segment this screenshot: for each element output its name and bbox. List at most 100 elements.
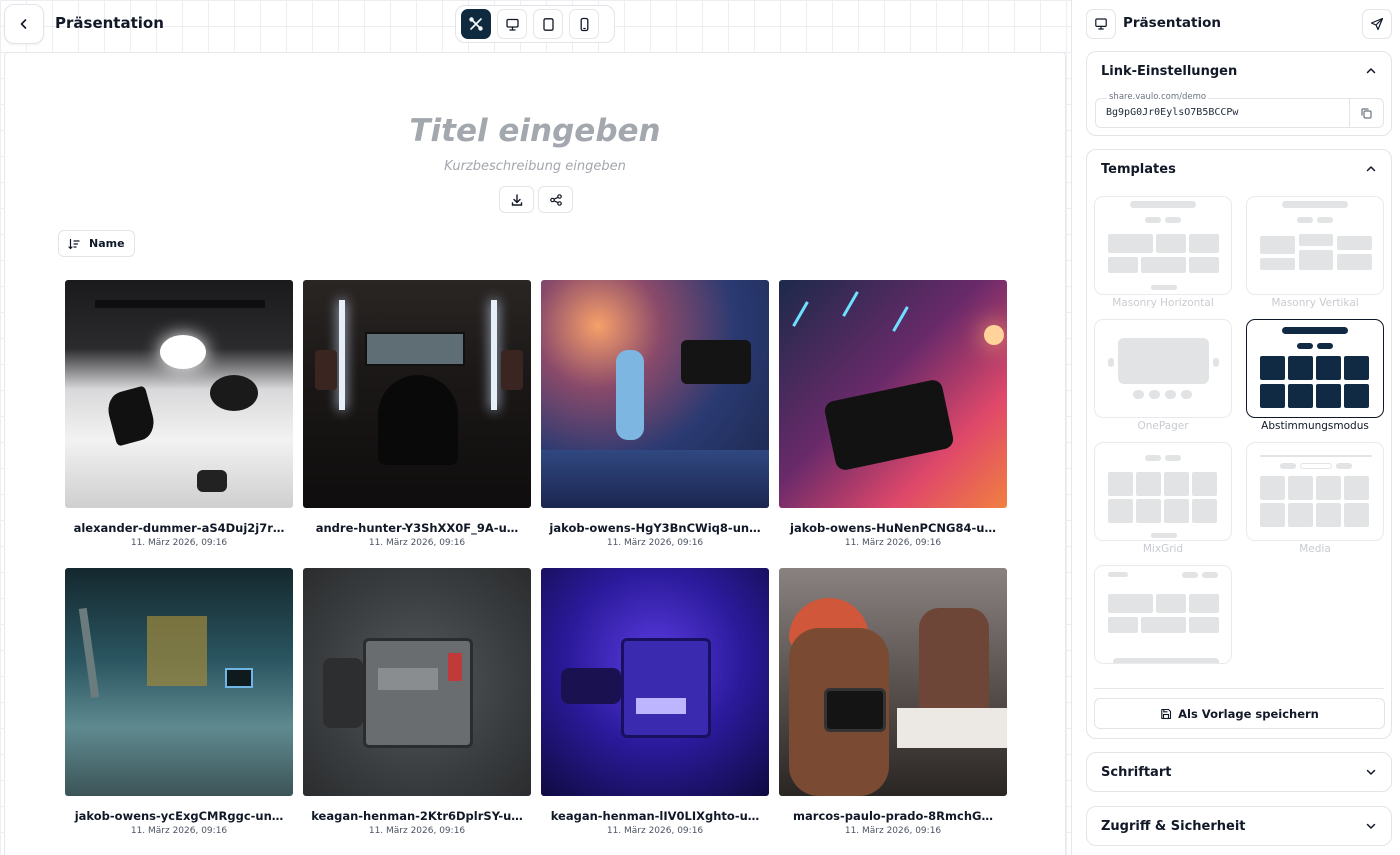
publish-button[interactable] <box>1362 9 1392 39</box>
smartphone-icon <box>580 17 588 31</box>
media-thumbnail-boxing-shoot[interactable] <box>779 568 1007 796</box>
download-icon <box>511 193 522 206</box>
template-masonry-vertical[interactable]: Masonry Vertikal <box>1246 196 1384 309</box>
chevron-left-icon <box>20 19 27 29</box>
copy-link-button[interactable] <box>1349 99 1383 127</box>
media-name: alexander-dummer-aS4Duj2j7r… <box>73 521 285 535</box>
media-card[interactable]: alexander-dummer-aS4Duj2j7r… 11. März 20… <box>65 280 293 548</box>
save-as-template-button[interactable]: Als Vorlage speichern <box>1094 698 1385 729</box>
device-desktop-button[interactable] <box>497 9 527 39</box>
template-preview <box>1094 565 1232 664</box>
media-name: jakob-owens-HgY3BnCWiq8-un… <box>549 521 761 535</box>
media-date: 11. März 2026, 09:16 <box>844 826 942 836</box>
templates-header[interactable]: Templates <box>1087 150 1391 188</box>
template-preview <box>1246 196 1384 295</box>
template-label: Masonry Vertikal <box>1271 297 1359 309</box>
device-switcher <box>455 5 615 43</box>
media-thumbnail-red-camera[interactable] <box>303 568 531 796</box>
template-preview <box>1094 196 1232 295</box>
sidebar-title: Präsentation <box>1123 15 1221 31</box>
media-thumbnail-stage-dancer[interactable] <box>541 280 769 508</box>
font-panel[interactable]: Schriftart <box>1086 752 1392 792</box>
font-header[interactable]: Schriftart <box>1087 753 1391 791</box>
link-settings-panel: Link-Einstellungen share.vaulo.com/demo … <box>1086 51 1392 136</box>
media-card[interactable]: keagan-henman-lIV0LIXghto-u… 11. März 20… <box>541 568 769 836</box>
media-card[interactable]: andre-hunter-Y3ShXX0F_9A-u… 11. März 202… <box>303 280 531 548</box>
device-mobile-button[interactable] <box>569 9 599 39</box>
media-thumbnail-camera-lights[interactable] <box>779 280 1007 508</box>
media-card[interactable]: keagan-henman-2Ktr6DplrSY-u… 11. März 20… <box>303 568 531 836</box>
media-name: marcos-paulo-prado-8RmchG… <box>793 809 993 823</box>
send-icon <box>1370 17 1384 31</box>
media-date: 11. März 2026, 09:16 <box>368 826 466 836</box>
save-as-template-label: Als Vorlage speichern <box>1178 706 1319 721</box>
media-date: 11. März 2026, 09:16 <box>130 538 228 548</box>
layout-auto-icon <box>469 17 483 31</box>
presentation-preview: Titel eingeben Kurzbeschreibung eingeben… <box>4 52 1066 855</box>
link-settings-title: Link-Einstellungen <box>1101 63 1238 79</box>
device-auto-button[interactable] <box>461 9 491 39</box>
media-name: keagan-henman-lIV0LIXghto-u… <box>550 809 760 823</box>
access-security-panel[interactable]: Zugriff & Sicherheit <box>1086 806 1392 846</box>
page-title: Präsentation <box>55 14 164 32</box>
presentation-icon <box>1095 18 1107 30</box>
templates-panel: Templates Masonry Horizontal Masonry Ver… <box>1086 149 1392 739</box>
tablet-icon <box>542 17 554 31</box>
template-list: Masonry Horizontal Masonry Vertikal OneP… <box>1094 196 1385 666</box>
media-name: andre-hunter-Y3ShXX0F_9A-u… <box>315 521 519 535</box>
template-preview <box>1094 319 1232 418</box>
access-security-title: Zugriff & Sicherheit <box>1101 818 1246 834</box>
sidebar-header: Präsentation <box>1086 9 1392 39</box>
template-onepager[interactable]: OnePager <box>1094 319 1232 432</box>
media-card[interactable]: jakob-owens-ycExgCMRggc-un… 11. März 202… <box>65 568 293 836</box>
media-name: jakob-owens-ycExgCMRggc-un… <box>74 809 284 823</box>
media-grid: alexander-dummer-aS4Duj2j7r… 11. März 20… <box>65 280 1007 836</box>
template-media[interactable]: Media <box>1246 442 1384 555</box>
media-thumbnail-studio[interactable] <box>65 280 293 508</box>
chevron-up-icon <box>1366 68 1376 74</box>
media-card[interactable]: marcos-paulo-prado-8RmchG… 11. März 2026… <box>779 568 1007 836</box>
template-mixgrid[interactable]: MixGrid <box>1094 442 1232 555</box>
template-pr[interactable]: PR <box>1094 565 1232 666</box>
media-date: 11. März 2026, 09:16 <box>368 538 466 548</box>
share-link-field[interactable]: share.vaulo.com/demo Bg9pG0Jr0EylsO7B5BC… <box>1095 92 1384 128</box>
media-date: 11. März 2026, 09:16 <box>606 538 704 548</box>
share-link-value[interactable]: Bg9pG0Jr0EylsO7B5BCCPw <box>1106 107 1238 118</box>
download-button[interactable] <box>499 186 534 213</box>
font-title: Schriftart <box>1101 764 1172 780</box>
template-preview <box>1246 319 1384 418</box>
template-label: Media <box>1299 543 1331 555</box>
presentation-title[interactable]: Titel eingeben <box>5 113 1065 149</box>
share-button[interactable] <box>538 186 573 213</box>
link-settings-header[interactable]: Link-Einstellungen <box>1087 52 1391 90</box>
template-masonry-horizontal[interactable]: Masonry Horizontal <box>1094 196 1232 309</box>
template-label: MixGrid <box>1142 543 1184 555</box>
save-icon <box>1161 708 1172 719</box>
presentation-preview-button[interactable] <box>1086 9 1116 39</box>
template-label: Abstimmungsmodus <box>1261 420 1369 432</box>
copy-icon <box>1361 107 1372 119</box>
media-thumbnail-purple-camera[interactable] <box>541 568 769 796</box>
media-name: keagan-henman-2Ktr6DplrSY-u… <box>311 809 523 823</box>
template-label: OnePager <box>1137 420 1189 432</box>
templates-divider <box>1094 688 1384 689</box>
template-preview <box>1094 442 1232 541</box>
media-card[interactable]: jakob-owens-HgY3BnCWiq8-un… 11. März 202… <box>541 280 769 548</box>
media-thumbnail-set-lighting[interactable] <box>65 568 293 796</box>
sort-button[interactable]: Name <box>58 230 135 257</box>
templates-title: Templates <box>1101 161 1176 177</box>
template-voting-mode[interactable]: Abstimmungsmodus <box>1246 319 1384 432</box>
media-name: jakob-owens-HuNenPCNG84-u… <box>790 521 996 535</box>
media-thumbnail-editing-desk[interactable] <box>303 280 531 508</box>
media-date: 11. März 2026, 09:16 <box>130 826 228 836</box>
back-button[interactable] <box>4 4 44 44</box>
template-label: Masonry Horizontal <box>1112 297 1214 309</box>
device-tablet-button[interactable] <box>533 9 563 39</box>
chevron-down-icon <box>1366 769 1376 775</box>
share-icon <box>549 193 562 206</box>
share-link-label: share.vaulo.com/demo <box>1107 92 1209 102</box>
settings-sidebar: Präsentation Link-Einstellungen share.va… <box>1073 0 1400 855</box>
media-card[interactable]: jakob-owens-HuNenPCNG84-u… 11. März 2026… <box>779 280 1007 548</box>
presentation-subtitle[interactable]: Kurzbeschreibung eingeben <box>5 159 1065 174</box>
access-security-header[interactable]: Zugriff & Sicherheit <box>1087 807 1391 845</box>
